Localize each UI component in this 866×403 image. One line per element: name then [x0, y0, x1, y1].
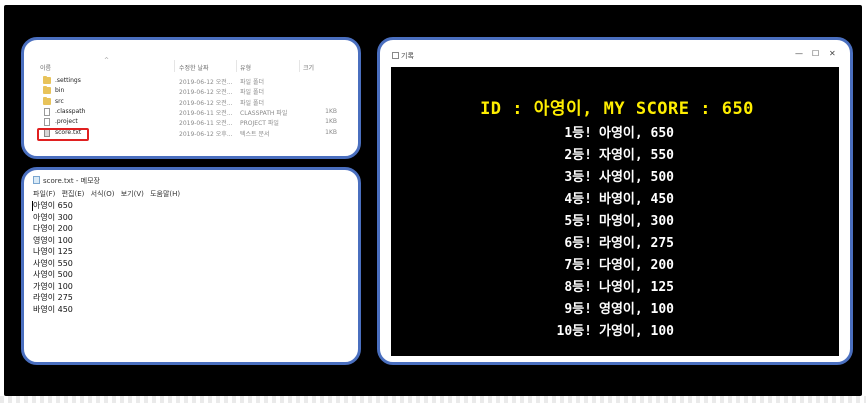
text-line: 다영이 200	[33, 224, 73, 233]
file-row[interactable]: bin 2019-06-12 오전... 파일 폴더	[24, 86, 358, 96]
file-name: .project	[55, 118, 78, 126]
file-date: 2019-06-12 오전...	[179, 99, 233, 107]
rank-label: 8등!	[564, 280, 592, 295]
rank-label: 7등!	[564, 258, 592, 273]
folder-icon	[43, 96, 51, 105]
window-icon	[392, 52, 399, 59]
rank-entry: 나영이, 125	[599, 280, 675, 295]
rank-entry: 라영이, 275	[599, 236, 675, 251]
file-size: 1KB	[325, 128, 337, 136]
menu-edit[interactable]: 편집(E)	[62, 190, 85, 198]
file-row[interactable]: .settings 2019-06-12 오전... 파일 폴더	[24, 76, 358, 86]
score-screen: ID : 아영이, MY SCORE : 650 1등! 아영이, 650 2등! 자…	[391, 67, 839, 356]
file-row[interactable]: .classpath 2019-06-11 오전... CLASSPATH 파일 1K…	[24, 107, 358, 117]
file-date: 2019-06-11 오전...	[179, 109, 233, 117]
column-header: ^ 이름 수정한 날짜 유형 크기	[24, 57, 358, 74]
file-size: 1KB	[325, 118, 337, 126]
column-size[interactable]: 크기	[303, 63, 314, 72]
score-window-title: 기록	[401, 52, 414, 60]
file-date: 2019-06-12 오전...	[179, 89, 233, 97]
rank-entry: 마영이, 300	[599, 214, 675, 229]
file-type: PROJECT 파일	[240, 120, 279, 128]
folder-icon	[43, 86, 51, 95]
rank-entry: 사영이, 500	[599, 170, 675, 185]
text-line: 가영이 100	[33, 281, 73, 291]
file-date: 2019-06-12 오후...	[179, 130, 233, 138]
rank-label: 9등!	[564, 302, 592, 317]
text-line: 아영이 650	[33, 201, 73, 210]
menu-help[interactable]: 도움말(H)	[150, 190, 180, 198]
text-line: 사영이 550	[33, 258, 73, 268]
rank-label: 5등!	[564, 214, 592, 229]
file-name: .settings	[55, 77, 81, 84]
text-line: 영영이 100	[33, 235, 73, 245]
score-window-titlebar: 기록	[392, 51, 414, 61]
rank-entry: 아영이, 650	[599, 126, 675, 141]
file-name: .classpath	[55, 107, 86, 115]
rank-entry: 영영이, 100	[599, 302, 675, 317]
rank-entry: 바영이, 450	[599, 192, 675, 207]
file-row[interactable]: .project 2019-06-11 오전... PROJECT 파일 1KB	[24, 117, 358, 127]
column-separator	[236, 60, 237, 72]
notepad-title: score.txt - 메모장	[43, 177, 100, 185]
maximize-icon[interactable]: ☐	[812, 49, 819, 58]
rank-entry: 다영이, 200	[599, 258, 675, 273]
sort-up-icon[interactable]: ^	[104, 57, 109, 64]
file-icon	[44, 107, 50, 116]
file-date: 2019-06-11 오전...	[179, 120, 233, 128]
rank-label: 6등!	[564, 236, 592, 251]
file-type: 텍스트 문서	[240, 130, 270, 138]
rank-label: 3등!	[564, 170, 592, 185]
column-separator	[174, 60, 175, 72]
menu-view[interactable]: 보기(V)	[121, 190, 144, 198]
close-icon[interactable]: ✕	[829, 49, 836, 58]
file-type: 파일 폴더	[240, 89, 264, 97]
rank-label: 10등!	[556, 324, 592, 339]
notepad-panel: score.txt - 메모장 파일(F) 편집(E) 서식(O) 보기(V) …	[21, 167, 361, 365]
rank-label: 4등!	[564, 192, 592, 207]
menu-file[interactable]: 파일(F)	[33, 190, 55, 198]
rank-label: 2등!	[564, 148, 592, 163]
file-name: bin	[55, 87, 65, 95]
file-type: CLASSPATH 파일	[240, 109, 288, 117]
folder-icon	[43, 76, 51, 84]
menu-format[interactable]: 서식(O)	[91, 190, 115, 198]
file-type: 파일 폴더	[240, 99, 264, 107]
file-size: 1KB	[325, 107, 337, 115]
column-type[interactable]: 유형	[240, 63, 251, 72]
rank-entry: 가영이, 100	[599, 324, 675, 339]
file-date: 2019-06-12 오전...	[179, 79, 233, 86]
highlight-box	[37, 128, 89, 141]
rank-label: 1등!	[564, 126, 592, 141]
minimize-icon[interactable]: —	[795, 49, 803, 58]
text-line: 라영이 275	[33, 293, 73, 302]
rank-entry: 자영이, 550	[599, 148, 675, 163]
file-icon	[44, 118, 50, 127]
column-date[interactable]: 수정한 날짜	[179, 63, 209, 72]
text-line: 나영이 125	[33, 247, 73, 256]
text-line: 아영이 300	[33, 212, 73, 222]
file-name: src	[55, 97, 64, 105]
text-line: 사영이 500	[33, 270, 73, 279]
notepad-icon	[33, 176, 40, 184]
bottom-strip	[0, 396, 866, 403]
notepad-text-area[interactable]: 아영이 650 아영이 300 다영이 200 영영이 100 나영이 125 …	[33, 200, 73, 315]
column-separator	[299, 60, 300, 72]
notepad-menubar: 파일(F) 편집(E) 서식(O) 보기(V) 도움말(H)	[33, 189, 184, 199]
notepad-titlebar: score.txt - 메모장	[33, 176, 100, 186]
my-score-header: ID : 아영이, MY SCORE : 650	[480, 99, 754, 119]
file-row[interactable]: src 2019-06-12 오전... 파일 폴더	[24, 96, 358, 107]
column-name[interactable]: 이름	[40, 63, 51, 72]
score-window-panel: 기록 — ☐ ✕ ID : 아영이, MY SCORE : 650 1등! 아영이…	[377, 37, 853, 365]
file-explorer-panel: ^ 이름 수정한 날짜 유형 크기 .settings 2019-06-12 오전…	[21, 37, 361, 159]
text-line: 바영이 450	[33, 304, 73, 314]
file-type: 파일 폴더	[240, 79, 264, 86]
